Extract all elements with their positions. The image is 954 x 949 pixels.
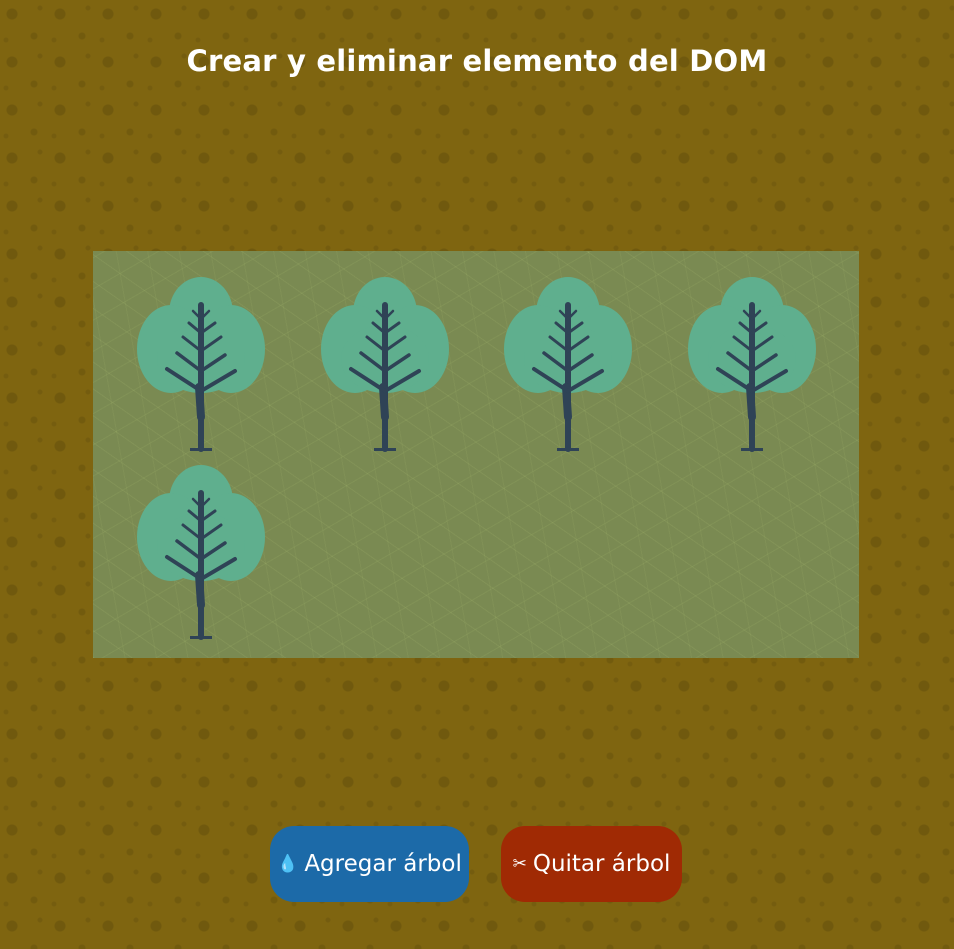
- add-tree-label: Agregar árbol: [304, 851, 462, 877]
- page-title: Crear y eliminar elemento del DOM: [186, 44, 768, 78]
- scissors-icon: ✂: [512, 853, 527, 874]
- garden-area: [93, 251, 859, 658]
- tree-icon: [502, 267, 634, 455]
- remove-tree-label: Quitar árbol: [532, 851, 671, 877]
- tree-icon: [135, 267, 267, 455]
- tree-icon: [686, 267, 818, 455]
- water-drop-icon: 💧: [277, 853, 299, 874]
- tree-icon: [319, 267, 451, 455]
- remove-tree-button[interactable]: ✂ Quitar árbol: [501, 826, 682, 902]
- add-tree-button[interactable]: 💧 Agregar árbol: [270, 826, 469, 902]
- tree-icon: [135, 455, 267, 643]
